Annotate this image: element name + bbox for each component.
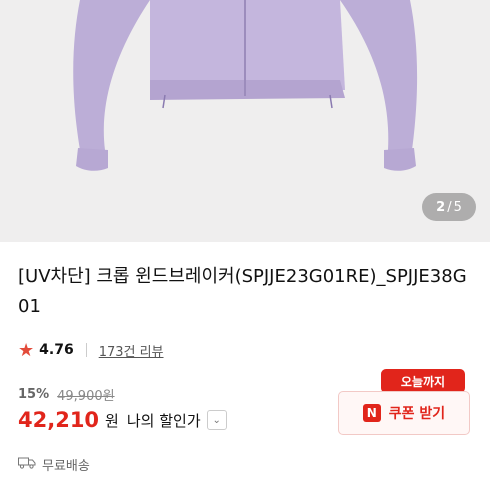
currency-label: 원 bbox=[105, 411, 119, 430]
coupon-button[interactable]: N 쿠폰 받기 bbox=[338, 391, 470, 435]
counter-separator: / bbox=[447, 199, 452, 215]
today-only-badge: 오늘까지 bbox=[381, 369, 465, 398]
shipping-info: 무료배송 bbox=[18, 455, 90, 474]
rating-row: ★ 4.76 173건 리뷰 bbox=[18, 339, 164, 361]
reviews-link[interactable]: 173건 리뷰 bbox=[99, 341, 164, 360]
coupon-label: 쿠폰 받기 bbox=[388, 406, 446, 422]
jacket-photo bbox=[0, 0, 490, 242]
discount-percent: 15% bbox=[18, 387, 50, 402]
product-title: [UV차단] 크롭 윈드브레이커(SPJJE23G01RE)_SPJJE38G0… bbox=[18, 266, 467, 317]
divider bbox=[85, 343, 87, 357]
product-image[interactable]: 2 / 5 bbox=[0, 0, 490, 242]
shipping-label: 무료배송 bbox=[42, 459, 90, 474]
rating-score: 4.76 bbox=[39, 342, 74, 358]
original-price: 49,900원 bbox=[57, 389, 115, 404]
price-row: 42,210 원 나의 할인가 ⌄ bbox=[18, 408, 227, 432]
discount-row: 15% 49,900원 bbox=[18, 385, 115, 404]
counter-current: 2 bbox=[436, 199, 446, 215]
naver-n-icon: N bbox=[362, 404, 381, 422]
image-counter: 2 / 5 bbox=[422, 193, 476, 221]
counter-total: 5 bbox=[453, 199, 462, 215]
truck-icon bbox=[18, 457, 36, 473]
star-icon: ★ bbox=[18, 339, 35, 361]
sale-price: 42,210 bbox=[18, 408, 100, 432]
my-sale-label: 나의 할인가 bbox=[126, 411, 201, 430]
chevron-down-icon[interactable]: ⌄ bbox=[206, 410, 227, 430]
